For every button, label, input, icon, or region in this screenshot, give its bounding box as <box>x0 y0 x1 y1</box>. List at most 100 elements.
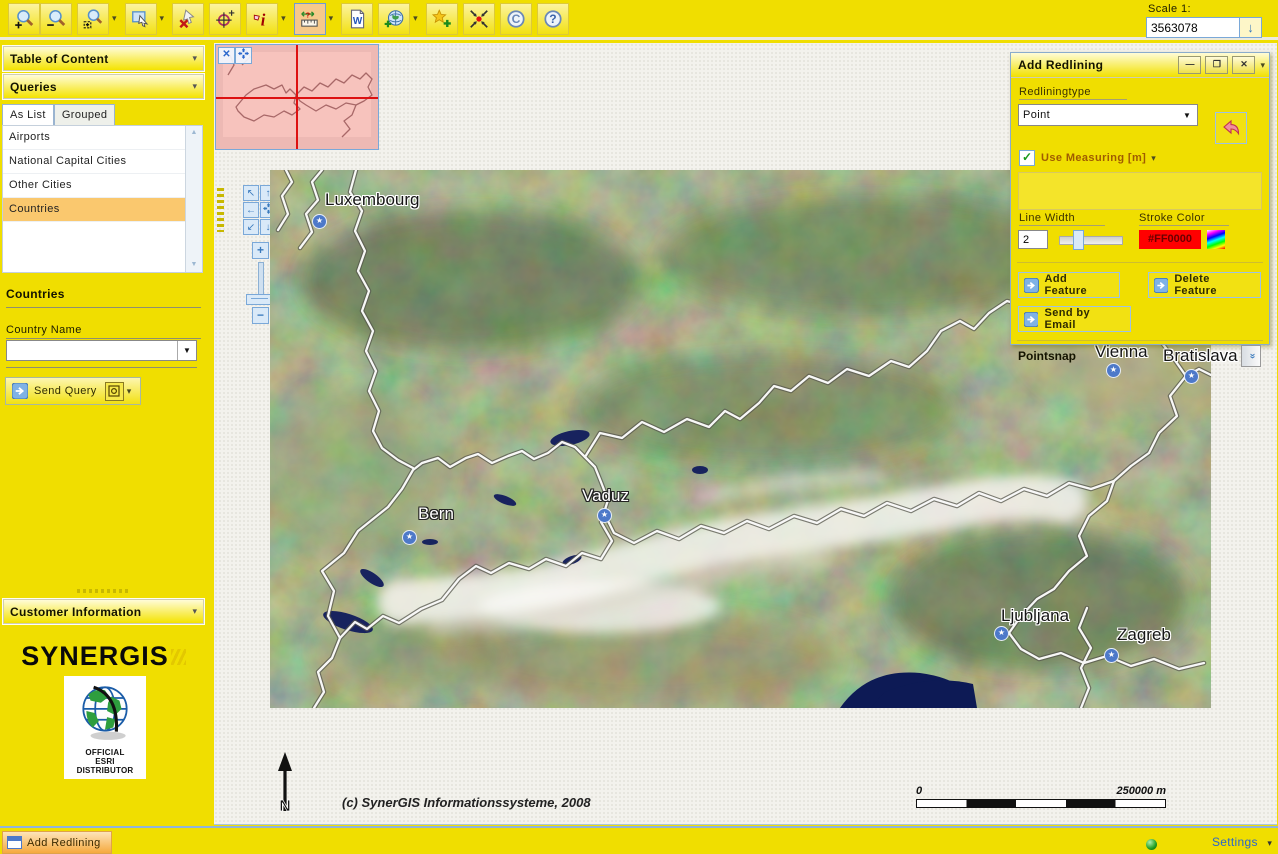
zoom-out-slider-button[interactable]: − <box>252 307 269 324</box>
minimize-icon[interactable]: — <box>1178 56 1201 74</box>
queries-header-label: Queries <box>10 80 192 94</box>
pointsnap-expand-icon[interactable]: » <box>1241 345 1261 367</box>
map-label-vaduz: Vaduz <box>582 486 629 506</box>
taskbar-item-add-redlining[interactable]: Add Redlining <box>2 831 112 854</box>
scale-apply-button[interactable]: ↓ <box>1239 18 1261 37</box>
scalebar-start-label: 0 <box>916 785 922 797</box>
settings-menu[interactable]: Settings ▾ <box>1212 835 1272 849</box>
zoom-window-icon <box>82 8 104 30</box>
panel-header-queries[interactable]: Queries ▾ <box>3 74 204 99</box>
splitter-grip[interactable] <box>217 188 224 232</box>
measure-button[interactable]: ? <box>294 3 326 35</box>
pan-west-button[interactable]: ← <box>243 202 259 218</box>
query-item-airports[interactable]: Airports <box>3 126 186 150</box>
tab-grouped[interactable]: Grouped <box>54 104 116 126</box>
overview-close-icon[interactable]: ✕ <box>218 47 235 64</box>
select-features-dropdown[interactable]: ▾ <box>157 13 168 24</box>
default-extent-button[interactable] <box>463 3 495 35</box>
undo-button[interactable] <box>1215 112 1247 144</box>
north-arrow: N <box>274 751 296 820</box>
copyright-icon: C <box>505 8 527 30</box>
query-item-countries[interactable]: Countries <box>3 198 186 222</box>
divider <box>6 367 197 368</box>
go-arrow-icon <box>1154 278 1168 293</box>
add-feature-label: Add Feature <box>1045 273 1111 297</box>
panel-drag-grip[interactable] <box>77 589 131 593</box>
overview-map[interactable]: ✕ <box>215 44 379 150</box>
zoom-slider-handle[interactable] <box>246 294 273 305</box>
zoom-in-slider-button[interactable]: + <box>252 242 269 259</box>
delete-feature-button[interactable]: Delete Feature <box>1148 272 1261 298</box>
redliningtype-select[interactable]: Point ▼ <box>1018 104 1198 126</box>
line-width-input[interactable] <box>1018 230 1048 249</box>
scale-input[interactable] <box>1147 18 1239 37</box>
send-by-email-button[interactable]: Send by Email <box>1018 306 1131 332</box>
clear-selection-icon <box>177 8 199 30</box>
show-coordinates-icon <box>214 8 236 30</box>
query-list-scrollbar[interactable]: ▲ ▼ <box>185 126 202 272</box>
country-name-input[interactable] <box>7 341 177 360</box>
svg-text:?: ? <box>549 12 556 26</box>
pan-northwest-button[interactable]: ↖ <box>243 185 259 201</box>
zoom-window-button[interactable] <box>77 3 109 35</box>
dialog-title: Add Redlining <box>1018 58 1174 72</box>
copyright-button[interactable]: C <box>500 3 532 35</box>
send-query-label: Send Query <box>34 385 97 397</box>
show-coordinates-button[interactable] <box>209 3 241 35</box>
measuring-unit-dropdown[interactable]: ▾ <box>1151 153 1156 164</box>
zoom-out-button[interactable] <box>40 3 72 35</box>
add-feature-button[interactable]: Add Feature <box>1018 272 1120 298</box>
export-document-button[interactable]: W <box>341 3 373 35</box>
scale-box: Scale 1: ↓ <box>1146 2 1262 38</box>
undo-icon <box>1221 118 1241 138</box>
panel-header-table-of-content[interactable]: Table of Content ▾ <box>3 46 204 71</box>
divider <box>1017 262 1263 263</box>
scroll-down-icon[interactable]: ▼ <box>186 258 202 272</box>
scroll-up-icon[interactable]: ▲ <box>186 126 202 140</box>
query-item-other-cities[interactable]: Other Cities <box>3 174 186 198</box>
restore-icon[interactable]: ❐ <box>1205 56 1228 74</box>
query-item-national-capital-cities[interactable]: National Capital Cities <box>3 150 186 174</box>
tab-as-list[interactable]: As List <box>2 104 54 126</box>
clear-selection-button[interactable] <box>172 3 204 35</box>
dialog-menu-icon[interactable]: ▾ <box>1260 60 1265 71</box>
connection-status-icon <box>1146 839 1157 850</box>
add-web-layer-button[interactable] <box>378 3 410 35</box>
add-favorite-icon <box>431 8 453 30</box>
dialog-titlebar[interactable]: Add Redlining — ❐ ✕ ▾ <box>1011 53 1269 78</box>
select-features-button[interactable] <box>125 3 157 35</box>
help-button[interactable]: ? <box>537 3 569 35</box>
zoom-to-result-icon[interactable] <box>105 382 124 401</box>
panel-header-customer-information[interactable]: Customer Information ▾ <box>3 599 204 624</box>
identify-icon: i <box>251 8 273 30</box>
line-width-slider-handle[interactable] <box>1073 230 1084 250</box>
zoom-slider-track[interactable] <box>258 262 264 297</box>
combo-arrow-icon[interactable]: ▼ <box>177 341 196 360</box>
esri-distributor-label: ESRI DISTRIBUTOR <box>66 757 144 775</box>
identify-dropdown[interactable]: ▾ <box>278 13 289 24</box>
add-web-layer-dropdown[interactable]: ▾ <box>410 13 421 24</box>
zoom-window-dropdown[interactable]: ▾ <box>109 13 120 24</box>
redliningtype-label: Redliningtype <box>1019 86 1127 100</box>
use-measuring-checkbox[interactable]: ✓ <box>1019 150 1035 166</box>
line-width-slider[interactable] <box>1059 236 1123 245</box>
color-picker-icon[interactable] <box>1207 230 1225 249</box>
scalebar: 0 250000 m <box>916 785 1166 808</box>
measuring-result-area <box>1018 172 1262 210</box>
zoom-in-icon <box>13 8 35 30</box>
query-form-title: Countries <box>6 287 201 308</box>
toc-header-label: Table of Content <box>10 52 192 66</box>
close-icon[interactable]: ✕ <box>1232 56 1255 74</box>
stroke-color-swatch[interactable]: #FF0000 <box>1139 230 1201 249</box>
synergis-stripes-icon <box>171 649 186 665</box>
pan-southwest-button[interactable]: ↙ <box>243 219 259 235</box>
add-favorite-button[interactable] <box>426 3 458 35</box>
identify-button[interactable]: i <box>246 3 278 35</box>
overview-move-icon[interactable] <box>235 47 252 64</box>
send-query-button[interactable]: Send Query ▾ <box>5 377 141 405</box>
zoom-in-button[interactable] <box>8 3 40 35</box>
scalebar-graphic <box>916 799 1166 808</box>
measure-dropdown[interactable]: ▾ <box>326 13 337 24</box>
window-icon <box>7 836 22 849</box>
send-query-dropdown[interactable]: ▾ <box>124 386 135 397</box>
